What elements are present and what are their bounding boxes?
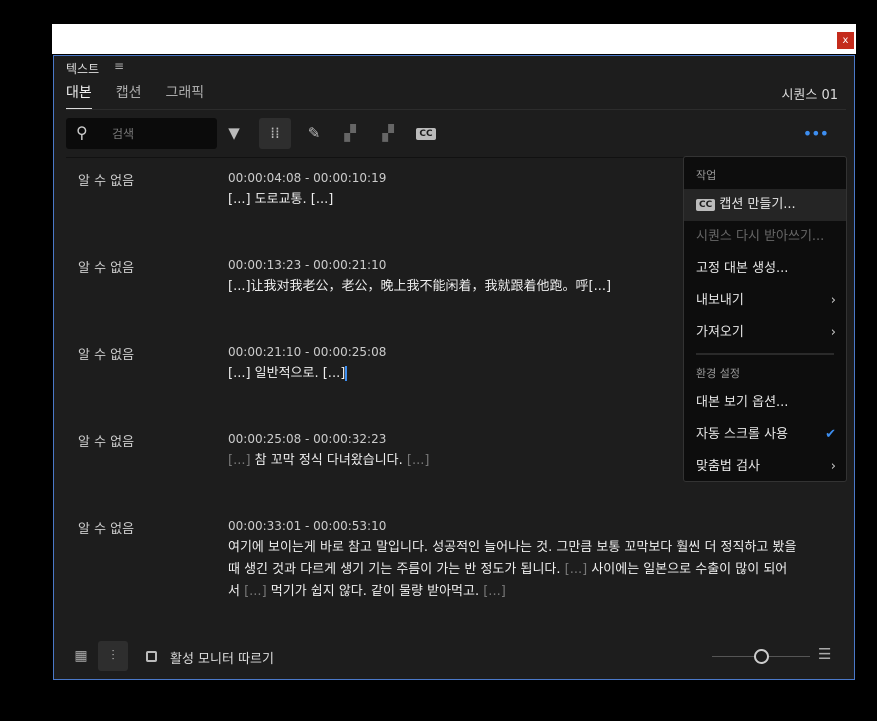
zoom-slider[interactable] [712, 649, 810, 664]
text-part: 먹기가 쉽지 않다. 같이 물량 받아먹고. [266, 584, 484, 599]
window-titlebar: x [52, 24, 856, 54]
text-part: [...] 일반적으로. [...] [228, 366, 346, 381]
search-input[interactable]: ⚲ 검색 [66, 118, 217, 149]
segment-timecode: 00:00:04:08 - 00:00:10:19 [228, 171, 387, 185]
menu-divider [696, 353, 834, 355]
cc-icon: CC [696, 198, 716, 211]
timeline-align-icon[interactable]: ⫶ [98, 641, 128, 671]
slider-knob[interactable] [754, 649, 769, 664]
menu-item-view-options[interactable]: 대본 보기 옵션... [684, 387, 846, 419]
text-part: [...] [483, 584, 506, 599]
text-part: [...] [244, 584, 267, 599]
speaker-label[interactable]: 알 수 없음 [78, 170, 134, 189]
options-menu: 작업 CC 캡션 만들기... 시퀀스 다시 받아쓰기... 고정 대본 생성.… [683, 156, 847, 482]
segment-timecode: 00:00:13:23 - 00:00:21:10 [228, 258, 387, 272]
footer-bar: ▦ ⫶ 활성 모니터 따르기 ☰ [54, 641, 854, 677]
text-part: 참 꼬막 정식 다녀왔습니다. [250, 453, 407, 468]
segment-timecode: 00:00:21:10 - 00:00:25:08 [228, 345, 387, 359]
tab-bar: 대본 캡션 그래픽 [66, 82, 204, 110]
close-button[interactable]: x [837, 32, 854, 49]
text-cursor [345, 366, 348, 381]
segment-timecode: 00:00:25:08 - 00:00:32:23 [228, 432, 387, 446]
menu-item-label: 내보내기 [696, 293, 744, 308]
speaker-label[interactable]: 알 수 없음 [78, 344, 134, 363]
tab-transcript[interactable]: 대본 [66, 82, 92, 110]
merge-segments-icon[interactable]: ⁞⁞ [259, 118, 291, 149]
segment-timecode: 00:00:33:01 - 00:00:53:10 [228, 519, 387, 533]
menu-item-create-captions[interactable]: CC 캡션 만들기... [684, 189, 846, 221]
panel-title: 텍스트 [66, 62, 100, 76]
tab-graphics[interactable]: 그래픽 [166, 82, 205, 110]
menu-item-label: 맞춤법 검사 [696, 459, 760, 474]
chevron-right-icon: › [830, 293, 836, 308]
edit-pencil-icon[interactable]: ✎ [298, 118, 330, 149]
filter-icon[interactable]: ▼ [218, 118, 250, 149]
menu-item-static-transcript[interactable]: 고정 대본 생성... [684, 253, 846, 285]
menu-item-auto-scroll[interactable]: 자동 스크롤 사용 ✔ [684, 419, 846, 451]
captions-icon[interactable]: CC [410, 118, 442, 149]
sequence-name: 시퀀스 01 [781, 88, 838, 103]
menu-item-spellcheck[interactable]: 맞춤법 검사 › [684, 451, 846, 483]
speaker-label[interactable]: 알 수 없음 [78, 518, 134, 537]
menu-item-retranscribe[interactable]: 시퀀스 다시 받아쓰기... [684, 221, 846, 253]
text-part: [...] [228, 453, 251, 468]
chevron-right-icon: › [830, 459, 836, 474]
speaker-label[interactable]: 알 수 없음 [78, 257, 134, 276]
tab-captions[interactable]: 캡션 [116, 82, 142, 110]
text-part: [...]让我对我老公，老公，晚上我不能闲着，我就跟着他跑。呼[...] [228, 279, 612, 294]
menu-item-label: 가져오기 [696, 325, 744, 340]
merge-segment-icon[interactable]: ▞ [372, 118, 404, 149]
menu-header-preferences: 환경 설정 [696, 367, 740, 380]
split-segment-icon[interactable]: ▞ [334, 118, 366, 149]
follow-monitor-label: 활성 모니터 따르기 [170, 652, 274, 667]
follow-monitor-checkbox[interactable] [146, 651, 157, 662]
menu-item-export[interactable]: 내보내기 › [684, 285, 846, 317]
menu-item-import[interactable]: 가져오기 › [684, 317, 846, 349]
text-part: [...] [564, 562, 588, 577]
segment-text[interactable]: 여기에 보이는게 바로 참고 말입니다. 성공적인 늘어나는 것. 그만큼 보통… [228, 537, 798, 603]
menu-item-label: 자동 스크롤 사용 [696, 427, 788, 442]
settings-sliders-icon[interactable]: ☰ [818, 645, 831, 663]
search-placeholder: 검색 [112, 127, 135, 141]
more-options-button[interactable]: ••• [803, 124, 829, 143]
search-icon: ⚲ [76, 123, 88, 142]
chevron-right-icon: › [830, 325, 836, 340]
checkmark-icon: ✔ [825, 427, 836, 442]
menu-header-tasks: 작업 [696, 169, 717, 182]
media-transcript-icon[interactable]: ▦ [66, 641, 96, 671]
text-part: [...] [406, 453, 430, 468]
speaker-label[interactable]: 알 수 없음 [78, 431, 134, 450]
panel-menu-icon[interactable]: ≡ [114, 59, 124, 73]
divider [66, 109, 846, 110]
menu-item-label: 캡션 만들기... [719, 197, 796, 212]
text-part: [...] 도로교통. [...] [228, 192, 334, 207]
